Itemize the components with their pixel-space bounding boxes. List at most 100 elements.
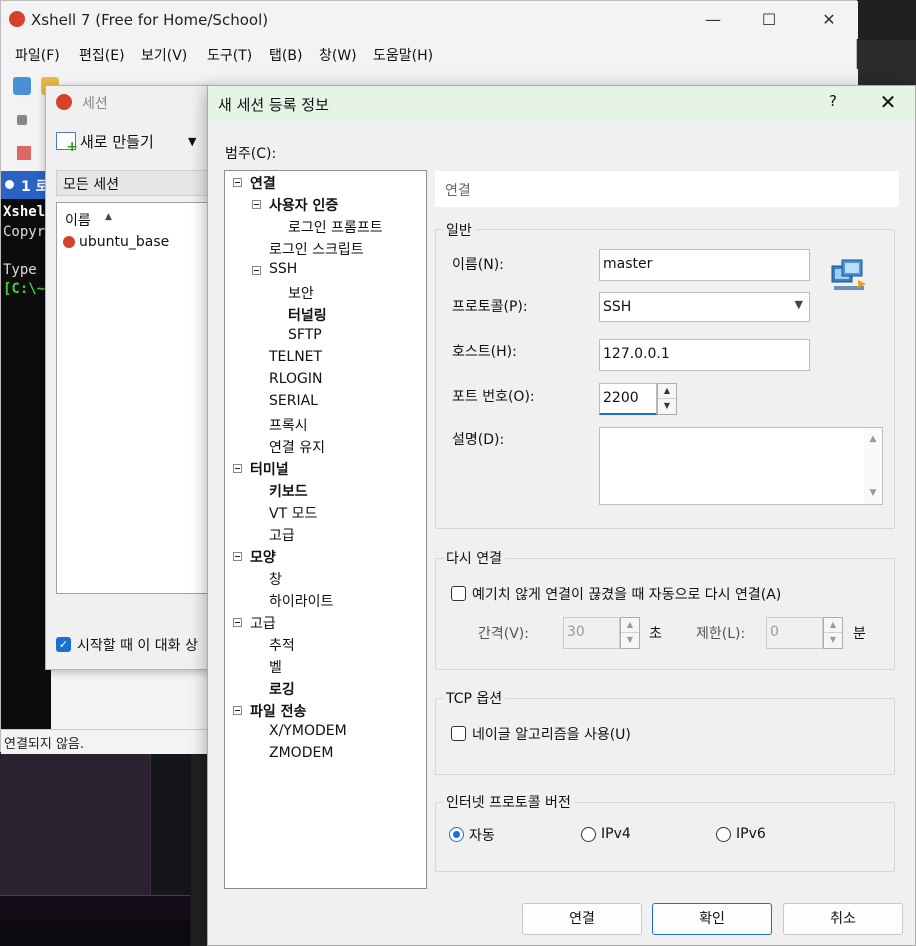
session-tab[interactable]: 1 로	[1, 171, 51, 199]
category-tree: 연결 사용자 인증 로그인 프롬프트 로그인 스크립트 SSH 보안 터널링 S…	[224, 170, 427, 889]
tree-item-window[interactable]: 창	[269, 569, 282, 589]
address-bar[interactable]	[9, 109, 49, 133]
description-scrollbar[interactable]: ▲ ▼	[864, 428, 882, 504]
tree-item-logging[interactable]: 로깅	[269, 679, 295, 699]
collapse-icon[interactable]	[233, 706, 242, 715]
spin-up-icon[interactable]: ▲	[658, 384, 676, 399]
tree-item-terminal-advanced[interactable]: 고급	[269, 525, 295, 545]
menu-help[interactable]: 도움말(H)	[373, 45, 433, 65]
tree-item-user-auth[interactable]: 사용자 인증	[269, 195, 338, 215]
tree-item-xymodem[interactable]: X/YMODEM	[269, 723, 347, 739]
collapse-icon[interactable]	[233, 552, 242, 561]
scroll-up-icon[interactable]: ▲	[864, 434, 882, 444]
sessions-title: 세션	[82, 96, 108, 112]
tree-item-telnet[interactable]: TELNET	[269, 349, 322, 365]
column-header-name[interactable]: 이름	[65, 210, 91, 230]
session-icon	[63, 236, 75, 248]
limit-label: 제한(L):	[696, 626, 746, 642]
limit-stepper[interactable]: ▲ ▼	[823, 617, 843, 649]
ipv6-label: IPv6	[736, 826, 766, 842]
spin-up-icon[interactable]: ▲	[824, 618, 842, 633]
ip-auto-radio[interactable]	[449, 827, 464, 842]
interval-input[interactable]: 30	[563, 617, 620, 649]
menu-tools[interactable]: 도구(T)	[207, 45, 252, 65]
pane-header: 연결	[435, 171, 899, 207]
tree-item-vt-mode[interactable]: VT 모드	[269, 503, 317, 523]
collapse-icon[interactable]	[233, 464, 242, 473]
tree-item-ssh[interactable]: SSH	[269, 261, 297, 277]
help-button[interactable]: ?	[820, 92, 846, 110]
port-stepper[interactable]: ▲ ▼	[657, 383, 677, 415]
tree-item-serial[interactable]: SERIAL	[269, 393, 318, 409]
session-item[interactable]: ubuntu_base	[79, 234, 169, 250]
tree-item-zmodem[interactable]: ZMODEM	[269, 745, 333, 761]
menu-file[interactable]: 파일(F)	[15, 45, 60, 65]
spin-up-icon[interactable]: ▲	[621, 618, 639, 633]
port-input[interactable]: 2200	[599, 383, 657, 415]
connect-button[interactable]: 연결	[522, 903, 642, 935]
tree-item-keyboard[interactable]: 키보드	[269, 481, 308, 501]
chevron-down-icon[interactable]: ▼	[188, 135, 196, 148]
name-label: 이름(N):	[452, 257, 504, 273]
tree-item-appearance[interactable]: 모양	[250, 547, 276, 567]
new-session-icon[interactable]	[13, 77, 31, 95]
session-folder-select[interactable]: 모든 세션	[56, 170, 216, 196]
tree-item-login-script[interactable]: 로그인 스크립트	[269, 239, 364, 259]
new-session-button[interactable]: 새로 만들기	[80, 131, 154, 152]
menu-edit[interactable]: 편집(E)	[79, 45, 125, 65]
cancel-button[interactable]: 취소	[783, 903, 903, 935]
menu-view[interactable]: 보기(V)	[141, 45, 187, 65]
tree-item-file-transfer[interactable]: 파일 전송	[250, 701, 306, 721]
tree-item-login-prompt[interactable]: 로그인 프롬프트	[288, 217, 383, 237]
new-session-icon[interactable]	[56, 132, 78, 155]
tree-item-proxy[interactable]: 프록시	[269, 415, 308, 435]
spin-down-icon[interactable]: ▼	[658, 399, 676, 414]
close-button[interactable]: ✕	[873, 90, 903, 114]
scroll-down-icon[interactable]: ▼	[864, 488, 882, 498]
menu-tab[interactable]: 탭(B)	[269, 45, 302, 65]
collapse-icon[interactable]	[252, 200, 261, 209]
maximize-button[interactable]: ☐	[746, 1, 792, 39]
lock-icon	[17, 115, 27, 125]
ipv4-radio[interactable]	[581, 827, 596, 842]
interval-stepper[interactable]: ▲ ▼	[620, 617, 640, 649]
minimize-button[interactable]: —	[690, 1, 736, 39]
tab-status-icon	[5, 180, 14, 189]
tree-item-bell[interactable]: 벨	[269, 657, 282, 677]
ok-button[interactable]: 확인	[652, 903, 772, 935]
auto-reconnect-checkbox[interactable]	[451, 586, 466, 601]
tree-item-keepalive[interactable]: 연결 유지	[269, 437, 325, 457]
startup-checkbox[interactable]: ✓	[56, 637, 71, 652]
ipv6-radio[interactable]	[716, 827, 731, 842]
menu-window[interactable]: 창(W)	[319, 45, 357, 65]
terminal-prompt: [C:\~	[3, 281, 46, 297]
collapse-icon[interactable]	[252, 266, 261, 275]
tree-item-trace[interactable]: 추적	[269, 635, 295, 655]
spin-down-icon[interactable]: ▼	[824, 633, 842, 648]
collapse-icon[interactable]	[233, 178, 242, 187]
tree-item-security[interactable]: 보안	[288, 283, 314, 303]
spin-down-icon[interactable]: ▼	[621, 633, 639, 648]
nagle-checkbox[interactable]	[451, 726, 466, 741]
tree-item-tunneling[interactable]: 터널링	[288, 305, 327, 325]
name-input[interactable]: master	[599, 249, 810, 281]
limit-input[interactable]: 0	[766, 617, 823, 649]
tree-item-highlight[interactable]: 하이라이트	[269, 591, 333, 611]
tree-item-connection[interactable]: 연결	[250, 173, 276, 193]
collapse-icon[interactable]	[233, 618, 242, 627]
ip-version-group	[435, 802, 895, 872]
bookmark-icon[interactable]	[17, 146, 31, 160]
tree-item-sftp[interactable]: SFTP	[288, 327, 322, 343]
computer-network-icon	[831, 259, 866, 290]
host-input[interactable]: 127.0.0.1	[599, 339, 810, 371]
xshell-logo-icon	[56, 94, 72, 110]
protocol-select[interactable]: SSH ▼	[599, 292, 810, 322]
tree-item-terminal[interactable]: 터미널	[250, 459, 289, 479]
connection-status: 연결되지 않음.	[4, 737, 85, 752]
tree-item-rlogin[interactable]: RLOGIN	[269, 371, 323, 387]
tree-item-advanced[interactable]: 고급	[250, 613, 276, 633]
port-value: 2200	[603, 390, 639, 406]
description-textarea[interactable]: ▲ ▼	[599, 427, 883, 505]
terminal-area[interactable]: Xshel Copyr Type [C:\~	[1, 199, 51, 729]
close-button[interactable]: ✕	[806, 1, 852, 39]
